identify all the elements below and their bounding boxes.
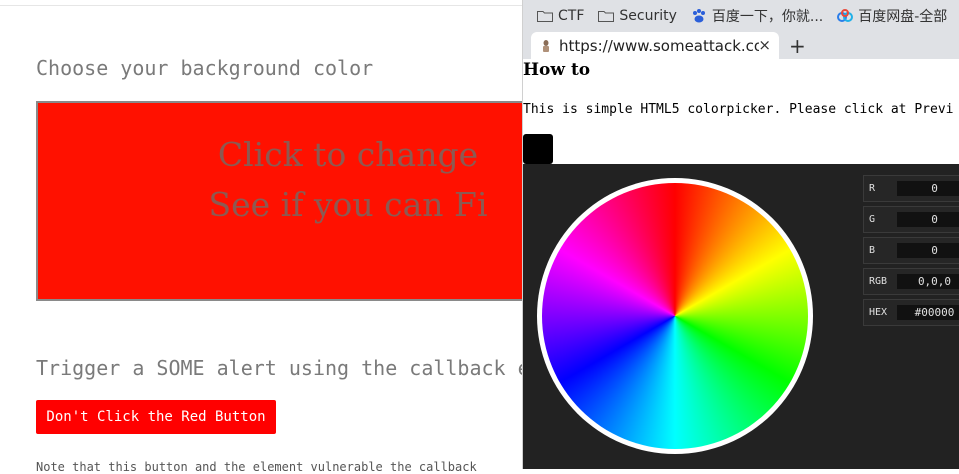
bookmark-label: 百度一下，你就... [711, 9, 824, 25]
field-rgb: RGB 0,0,0 [863, 268, 959, 295]
top-divider [0, 5, 523, 6]
field-b: B 0 [863, 237, 959, 264]
bookmarks-bar: CTF Security 百度一下，你就... 百度网盘-全部 [523, 0, 959, 32]
folder-icon [598, 11, 615, 22]
tab-strip: https://www.someattack.com × + [523, 32, 959, 59]
browser-tab[interactable]: https://www.someattack.com × [531, 32, 779, 59]
bookmark-baidu-pan[interactable]: 百度网盘-全部 [837, 6, 947, 26]
field-hex: HEX #00000 [863, 299, 959, 326]
color-wheel[interactable] [537, 178, 813, 454]
color-wheel-spectrum[interactable] [542, 183, 808, 449]
field-label: R [869, 183, 876, 194]
note-text: Note that this button and the element vu… [36, 460, 477, 474]
color-swatch[interactable] [523, 134, 553, 164]
bookmark-security[interactable]: Security [598, 8, 677, 24]
popup-window: CTF Security 百度一下，你就... 百度网盘-全部 https://… [523, 0, 959, 469]
tab-close-icon[interactable]: × [758, 36, 771, 54]
baidu-cloud-icon [837, 9, 854, 22]
field-label: G [869, 214, 876, 225]
howto-heading: How to [523, 60, 591, 80]
popup-content: How to This is simple HTML5 colorpicker.… [523, 59, 959, 469]
new-tab-button[interactable]: + [789, 34, 806, 58]
g-input[interactable]: 0 [897, 212, 959, 227]
b-input[interactable]: 0 [897, 243, 959, 258]
background-color-box[interactable]: Click to change See if you can Fi [36, 101, 596, 301]
bookmark-label: Security [619, 8, 677, 24]
rgb-input[interactable]: 0,0,0 [897, 274, 959, 289]
trigger-instruction: Trigger a SOME alert using the callback … [36, 356, 530, 380]
page-heading: Choose your background color [36, 56, 374, 80]
red-button[interactable]: Don't Click the Red Button [36, 400, 276, 434]
field-label: HEX [869, 307, 888, 318]
tab-title: https://www.someattack.com [559, 36, 759, 55]
bookmark-ctf[interactable]: CTF [537, 8, 584, 24]
bookmark-label: CTF [558, 8, 585, 24]
page-favicon-icon [543, 39, 549, 52]
description-text: This is simple HTML5 colorpicker. Please… [523, 102, 954, 117]
folder-icon [537, 11, 553, 22]
field-r: R 0 [863, 175, 959, 202]
field-label: RGB [869, 276, 888, 287]
color-fields: R 0 G 0 B 0 RGB 0,0,0 HEX #00000 [863, 175, 959, 330]
r-input[interactable]: 0 [897, 181, 959, 196]
colorpicker-panel: R 0 G 0 B 0 RGB 0,0,0 HEX #00000 [523, 164, 959, 469]
field-g: G 0 [863, 206, 959, 233]
bookmark-label: 百度网盘-全部 [858, 9, 948, 25]
hex-input[interactable]: #00000 [897, 305, 959, 320]
bookmark-baidu[interactable]: 百度一下，你就... [691, 6, 823, 26]
baidu-paw-icon [692, 9, 705, 23]
field-label: B [869, 245, 876, 256]
